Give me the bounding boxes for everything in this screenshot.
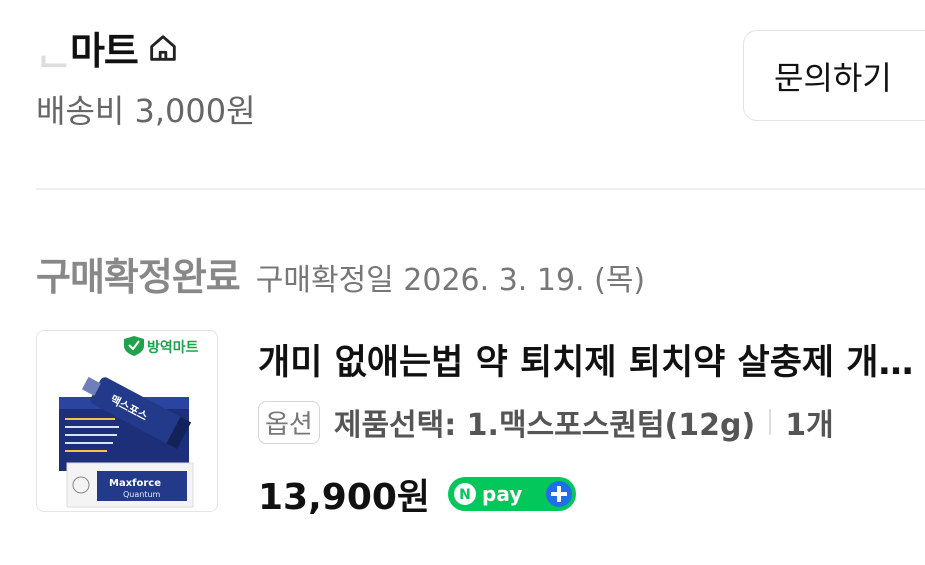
store-name-row[interactable]: ᆫ마트	[36, 20, 180, 75]
separator	[769, 409, 772, 435]
home-icon[interactable]	[146, 31, 180, 65]
price: 13,900원	[258, 477, 431, 518]
store-name[interactable]: ᆫ마트	[36, 20, 139, 75]
price-row: 13,900원 N pay	[258, 468, 577, 520]
quantity: 1개	[785, 408, 834, 443]
option-text: 제품선택: 1.맥스포스퀀텀(12g)	[333, 408, 756, 443]
option-row: 옵션 제품선택: 1.맥스포스퀀텀(12g) 1개	[258, 400, 834, 444]
product-thumbnail[interactable]: 방역마트 맥스포스 Maxforce Quantum	[36, 330, 218, 512]
thumb-brand: 방역마트	[147, 339, 199, 356]
shipping-fee: 배송비 3,000원	[36, 92, 256, 130]
thumb-product: Maxforce	[109, 478, 161, 489]
order-status: 구매확정완료	[36, 255, 241, 299]
product-title[interactable]: 개미 없애는법 약 퇴치제 퇴치약 살충제 개미약	[258, 334, 925, 385]
product-image: 방역마트 맥스포스 Maxforce Quantum	[37, 331, 217, 511]
order-status-row: 구매확정완료 구매확정일 2026. 3. 19. (목)	[36, 246, 645, 301]
inquiry-button[interactable]: 문의하기	[743, 30, 925, 121]
option-badge: 옵션	[258, 400, 320, 444]
thumb-subtitle: Quantum	[123, 490, 161, 499]
npay-logo-icon: N pay	[448, 477, 577, 511]
divider	[36, 188, 925, 190]
svg-text:pay: pay	[482, 482, 522, 506]
confirm-date: 구매확정일 2026. 3. 19. (목)	[255, 263, 646, 298]
svg-text:N: N	[459, 487, 471, 503]
